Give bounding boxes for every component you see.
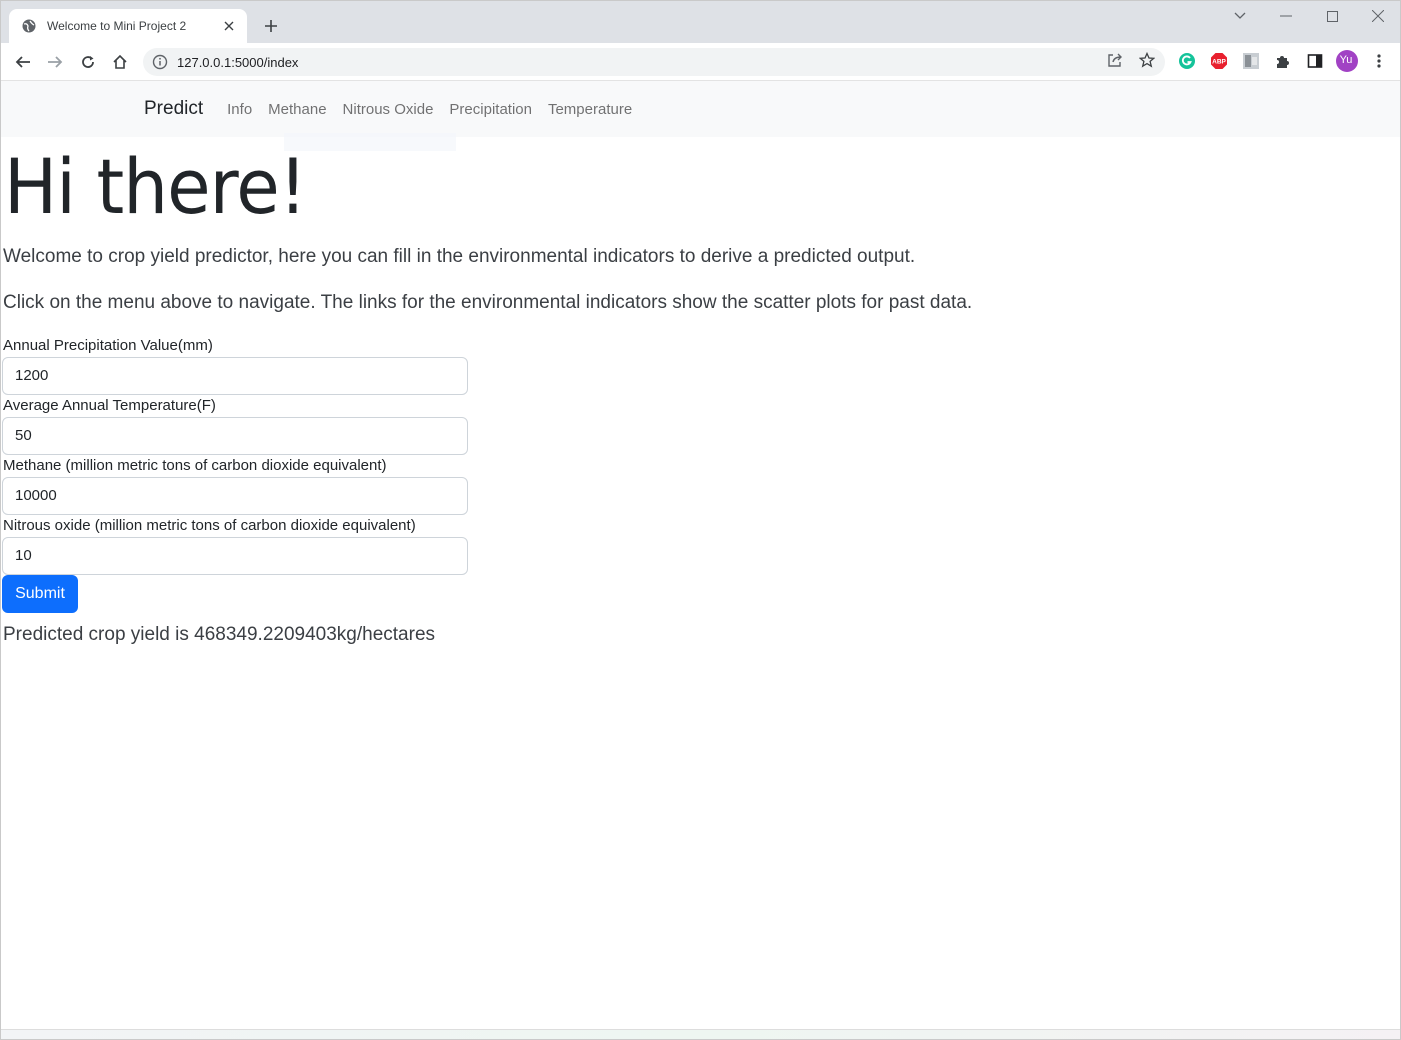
submit-button[interactable]: Submit — [2, 575, 78, 613]
navbar-brand[interactable]: Predict — [144, 98, 203, 120]
info-icon[interactable] — [152, 54, 168, 70]
site-navbar: Predict Info Methane Nitrous Oxide Preci… — [1, 81, 1400, 137]
temperature-input[interactable] — [15, 427, 455, 444]
address-bar[interactable]: 127.0.0.1:5000/index — [143, 48, 1165, 76]
avatar[interactable]: Yu — [1335, 49, 1359, 73]
reload-icon[interactable] — [76, 50, 100, 74]
nav-link-info[interactable]: Info — [227, 101, 252, 118]
close-window-icon[interactable] — [1364, 5, 1392, 27]
nav-link-nitrous-oxide[interactable]: Nitrous Oxide — [343, 101, 434, 118]
profile-initials: Yu — [1339, 54, 1353, 66]
home-icon[interactable] — [108, 50, 132, 74]
url-text[interactable]: 127.0.0.1:5000/index — [177, 55, 298, 70]
nitrous-oxide-field[interactable] — [2, 537, 468, 575]
nitrous-oxide-input[interactable] — [15, 547, 455, 564]
browser-window: Welcome to Mini Project 2 127.0.0.1:5000… — [0, 0, 1401, 1040]
adblock-icon[interactable]: ABP — [1209, 51, 1229, 71]
intro-text: Welcome to crop yield predictor, here yo… — [3, 246, 916, 267]
prediction-form: Annual Precipitation Value(mm) Average A… — [2, 335, 468, 613]
instructions-text: Click on the menu above to navigate. The… — [3, 292, 973, 313]
tab-title: Welcome to Mini Project 2 — [47, 19, 187, 33]
kebab-menu-icon[interactable] — [1369, 51, 1389, 71]
nav-link-methane[interactable]: Methane — [268, 101, 326, 118]
maximize-icon[interactable] — [1318, 5, 1346, 27]
svg-text:ABP: ABP — [1212, 59, 1226, 66]
tab-search-chevron-icon[interactable] — [1226, 5, 1254, 27]
forward-icon[interactable] — [43, 50, 67, 74]
web-page: Predict Info Methane Nitrous Oxide Preci… — [1, 81, 1400, 1031]
temperature-field[interactable] — [2, 417, 468, 455]
browser-tab[interactable]: Welcome to Mini Project 2 — [9, 9, 247, 43]
globe-icon — [21, 18, 37, 34]
snip-overlay-ghost — [284, 133, 456, 151]
grammarly-icon[interactable] — [1177, 51, 1197, 71]
star-icon[interactable] — [1136, 49, 1158, 71]
nav-link-precipitation[interactable]: Precipitation — [449, 101, 532, 118]
methane-label: Methane (million metric tons of carbon d… — [3, 457, 387, 474]
back-icon[interactable] — [11, 50, 35, 74]
methane-input[interactable] — [15, 487, 455, 504]
temperature-label: Average Annual Temperature(F) — [3, 397, 216, 414]
precipitation-label: Annual Precipitation Value(mm) — [3, 337, 213, 354]
extension-photo-icon[interactable] — [1241, 51, 1261, 71]
methane-field[interactable] — [2, 477, 468, 515]
plus-icon[interactable] — [259, 14, 283, 38]
nitrous-oxide-label: Nitrous oxide (million metric tons of ca… — [3, 517, 416, 534]
taskbar-edge — [1, 1029, 1400, 1039]
precipitation-field[interactable] — [2, 357, 468, 395]
nav-link-temperature[interactable]: Temperature — [548, 101, 632, 118]
close-icon[interactable] — [221, 18, 237, 34]
minimize-icon[interactable] — [1272, 5, 1300, 27]
browser-toolbar: 127.0.0.1:5000/index ABP Yu — [1, 43, 1400, 81]
page-heading: Hi there! — [4, 142, 307, 231]
tab-strip: Welcome to Mini Project 2 — [1, 1, 1400, 43]
sidepanel-icon[interactable] — [1305, 51, 1325, 71]
share-icon[interactable] — [1104, 49, 1126, 71]
prediction-result: Predicted crop yield is 468349.2209403kg… — [3, 624, 436, 645]
puzzle-icon[interactable] — [1273, 51, 1293, 71]
precipitation-input[interactable] — [15, 367, 455, 384]
